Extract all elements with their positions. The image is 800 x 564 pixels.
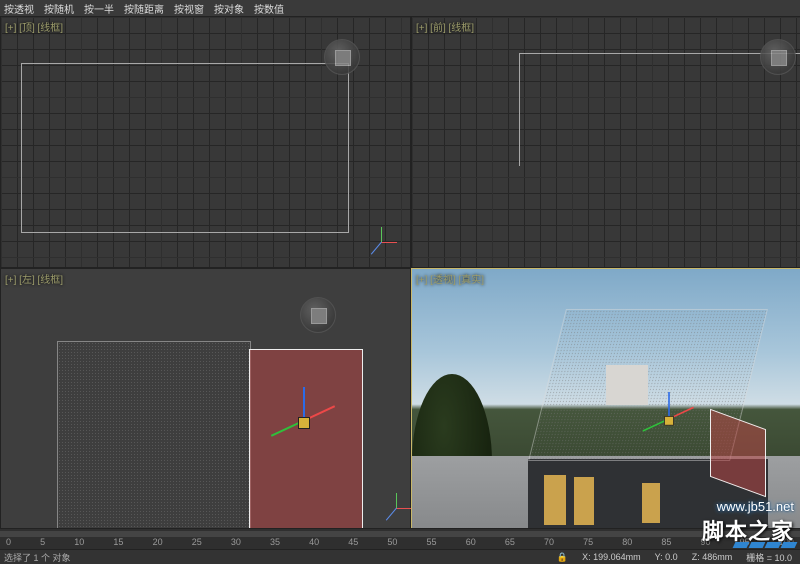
watermark-url: www.jb51.net bbox=[702, 499, 794, 514]
viewcube[interactable] bbox=[300, 297, 336, 333]
poly-face[interactable] bbox=[57, 341, 251, 529]
axis-tripod-icon bbox=[381, 493, 411, 523]
object-bbox[interactable] bbox=[21, 63, 349, 233]
watermark: www.jb51.net 脚本之家 bbox=[702, 499, 794, 546]
status-bar: 选择了 1 个 对象 🔒 X: 199.064mm Y: 0.0 Z: 486m… bbox=[0, 549, 800, 564]
viewport-front[interactable]: [+] [前] [线框] bbox=[411, 16, 800, 268]
move-gizmo[interactable] bbox=[269, 387, 339, 457]
watermark-decoration bbox=[734, 542, 796, 548]
move-gizmo[interactable] bbox=[641, 392, 697, 448]
menu-item[interactable]: 按视窗 bbox=[174, 1, 204, 16]
axis-tripod-icon bbox=[366, 227, 396, 257]
lock-icon[interactable]: 🔒 bbox=[553, 552, 572, 563]
menu-item[interactable]: 按随距离 bbox=[124, 1, 164, 16]
selection-status: 选择了 1 个 对象 bbox=[4, 551, 71, 564]
coord-z[interactable]: Z: 486mm bbox=[688, 552, 737, 562]
timeline[interactable]: 0510152025303540455055606570758085909510… bbox=[0, 528, 800, 550]
timeline-ticks: 0510152025303540455055606570758085909510… bbox=[0, 537, 800, 549]
viewcube[interactable] bbox=[324, 39, 360, 75]
coord-y[interactable]: Y: 0.0 bbox=[651, 552, 682, 562]
menu-item[interactable]: 按数值 bbox=[254, 1, 284, 16]
object-bbox[interactable] bbox=[519, 53, 800, 166]
snap-menu[interactable]: 按透视 按随机 按一半 按随距离 按视窗 按对象 按数值 bbox=[0, 0, 800, 17]
scene-window bbox=[642, 483, 660, 523]
viewport-label[interactable]: [+] [左] [线框] bbox=[5, 271, 63, 286]
menu-item[interactable]: 按一半 bbox=[84, 1, 114, 16]
scene-window bbox=[544, 475, 566, 525]
grid-readout: 栅格 = 10.0 bbox=[742, 551, 796, 564]
coord-x[interactable]: X: 199.064mm bbox=[578, 552, 645, 562]
menu-item[interactable]: 按随机 bbox=[44, 1, 74, 16]
viewport-left[interactable]: [+] [左] [线框] bbox=[0, 268, 411, 530]
viewport-perspective[interactable]: [+] [透视] [真实] bbox=[411, 268, 800, 530]
viewport-label[interactable]: [+] [前] [线框] bbox=[416, 19, 474, 34]
viewport-label[interactable]: [+] [顶] [线框] bbox=[5, 19, 63, 34]
viewcube[interactable] bbox=[760, 39, 796, 75]
viewport-label[interactable]: [+] [透视] [真实] bbox=[416, 271, 484, 286]
menu-item[interactable]: 按透视 bbox=[4, 1, 34, 16]
viewport-top[interactable]: [+] [顶] [线框] bbox=[0, 16, 411, 268]
background-image bbox=[412, 269, 800, 529]
menu-item[interactable]: 按对象 bbox=[214, 1, 244, 16]
scene-window bbox=[574, 477, 594, 525]
